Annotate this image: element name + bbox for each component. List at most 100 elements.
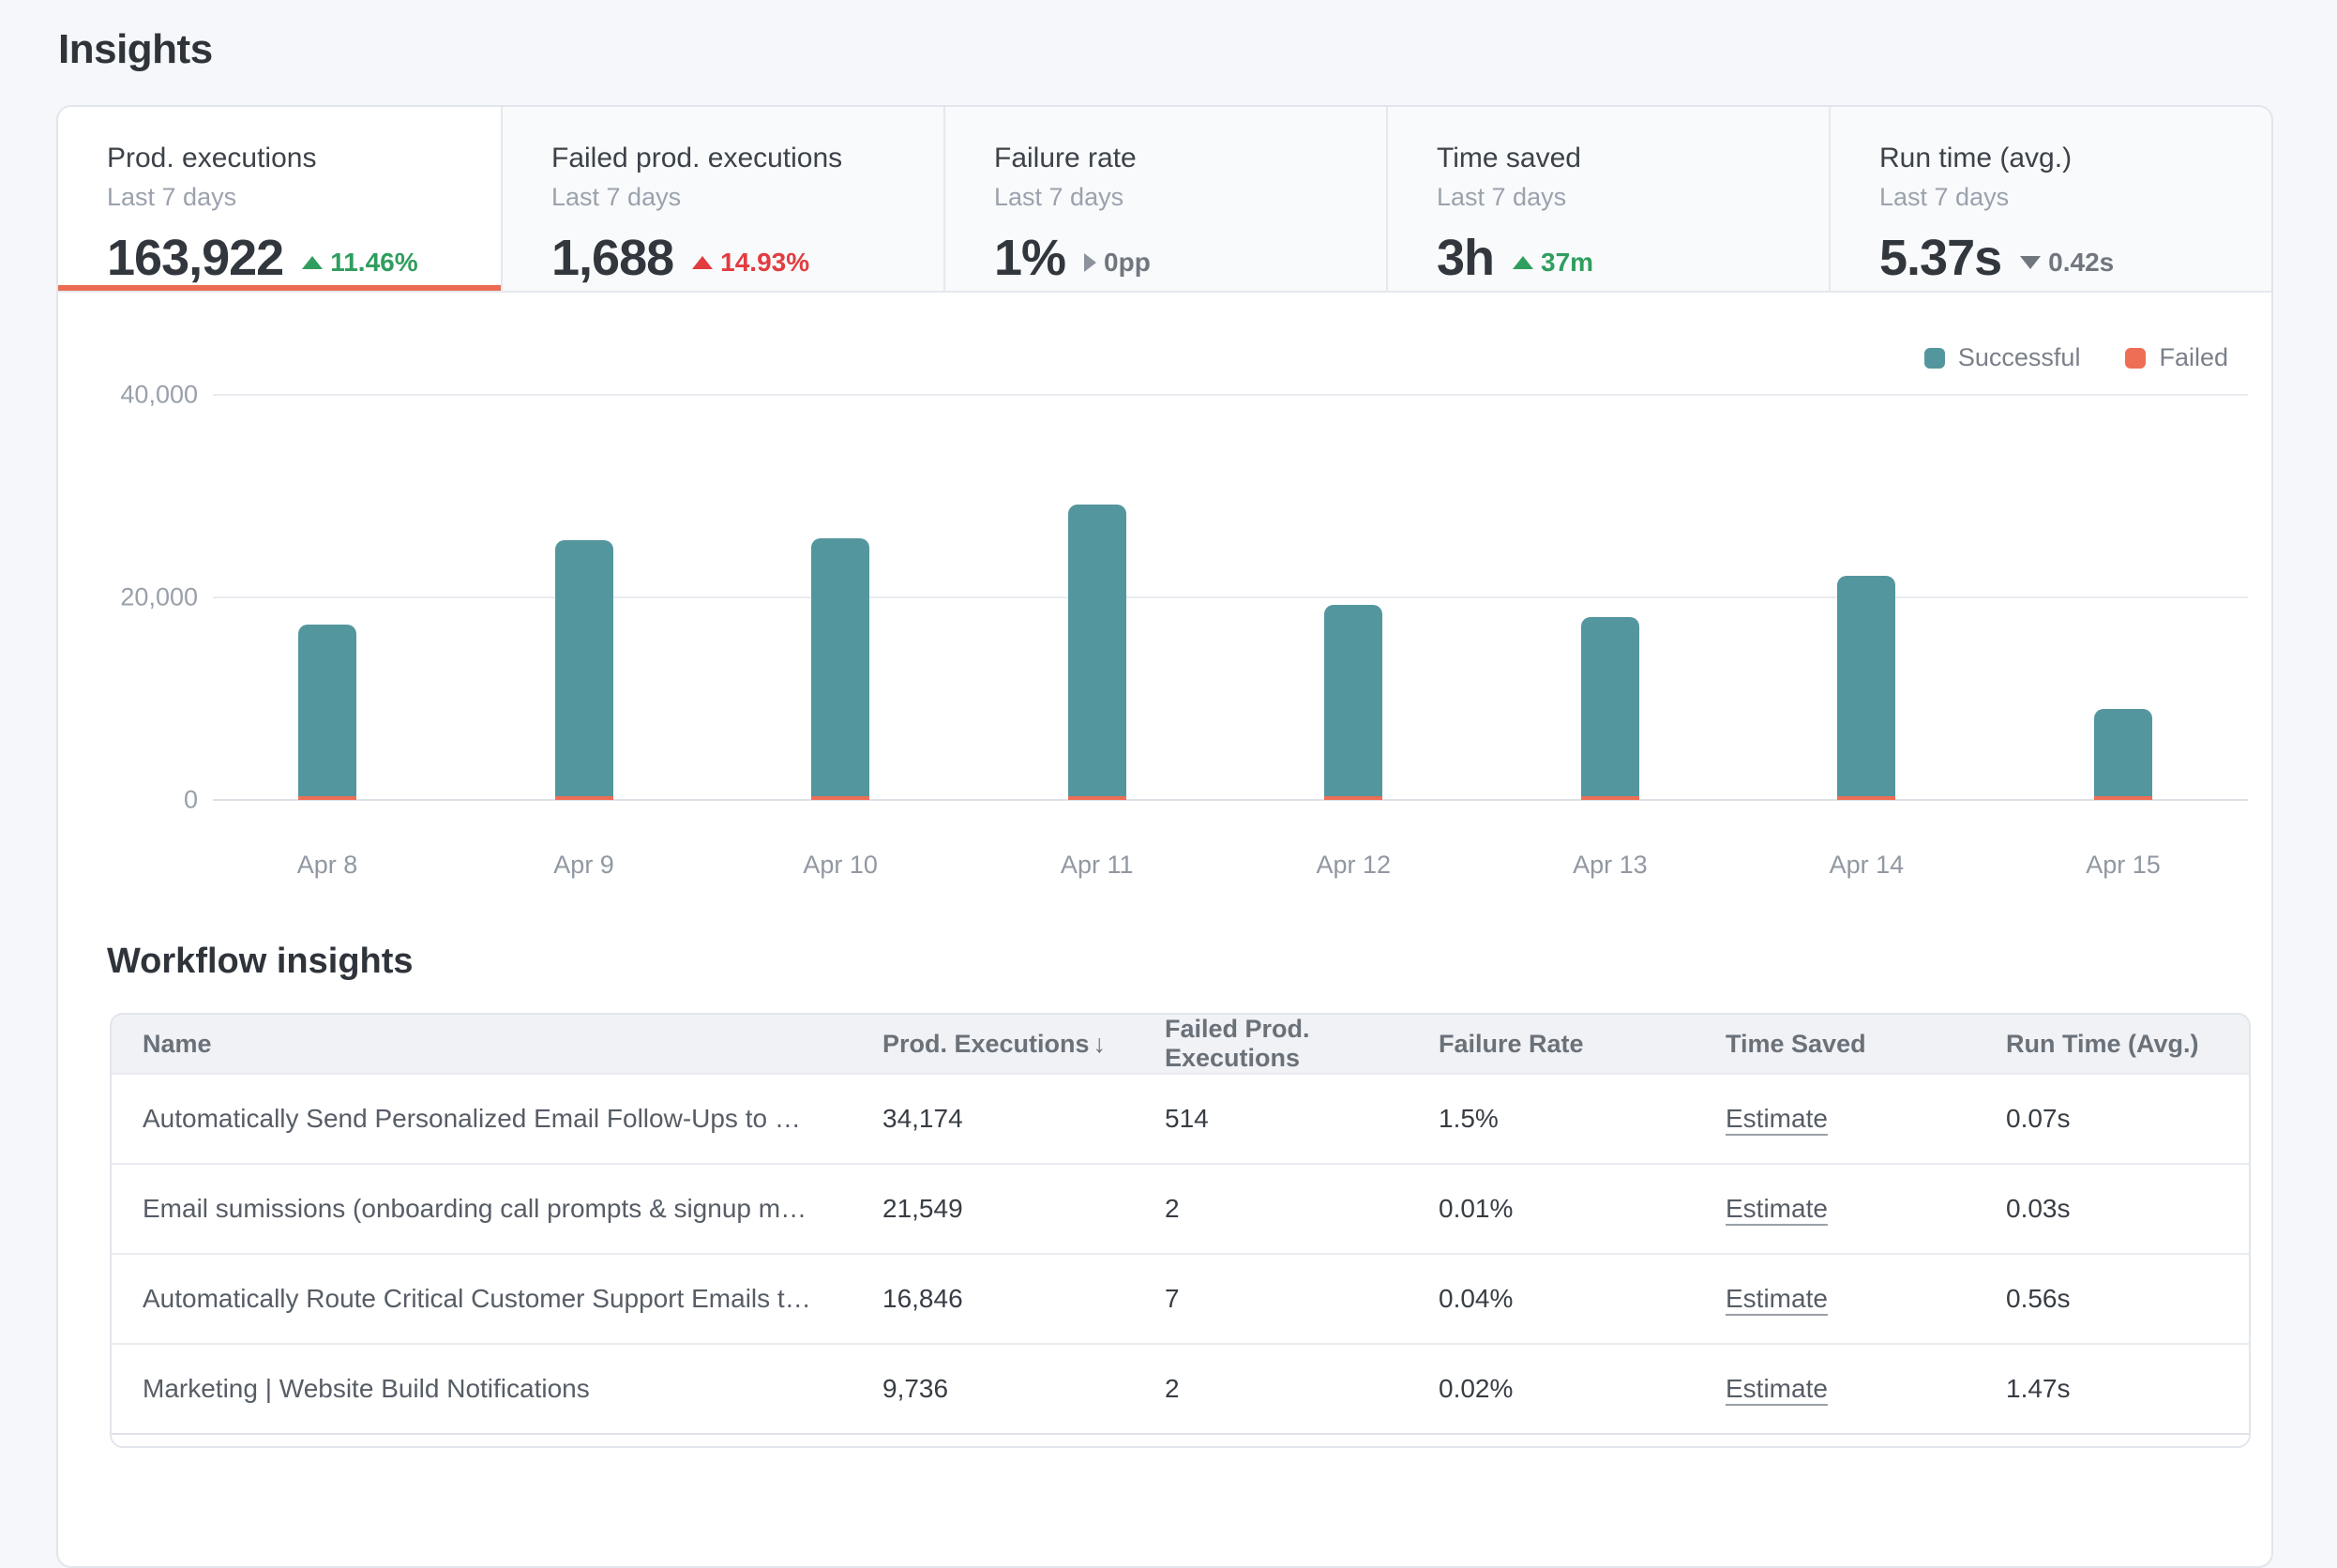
metric-delta-value: 0.42s — [2048, 248, 2114, 278]
metric-label: Time saved — [1437, 143, 1829, 174]
x-axis-tick-label: Apr 11 — [1061, 851, 1134, 880]
x-axis-tick-label: Apr 15 — [2086, 851, 2161, 880]
chart-bar[interactable] — [1581, 617, 1639, 800]
x-axis-tick-label: Apr 14 — [1830, 851, 1905, 880]
metric-tabs: Prod. executions Last 7 days 163,922 11.… — [58, 107, 2271, 293]
metric-tab-time-saved[interactable]: Time saved Last 7 days 3h 37m — [1386, 107, 1829, 291]
successful-bar-segment — [555, 540, 613, 796]
metric-value: 163,922 — [107, 229, 283, 287]
failed-bar-segment — [298, 796, 356, 800]
estimate-link[interactable]: Estimate — [1726, 1374, 1828, 1403]
chart-bar[interactable] — [1068, 505, 1126, 800]
prod-executions-cell: 9,736 — [852, 1374, 1134, 1404]
prod-executions-cell: 21,549 — [852, 1194, 1134, 1224]
estimate-link[interactable]: Estimate — [1726, 1194, 1828, 1223]
insights-panel: Prod. executions Last 7 days 163,922 11.… — [56, 105, 2273, 1568]
run-time-cell: 0.56s — [1975, 1284, 2249, 1314]
failure-rate-cell: 0.04% — [1408, 1284, 1695, 1314]
metric-period: Last 7 days — [1879, 183, 2271, 212]
metric-period: Last 7 days — [107, 183, 501, 212]
table-row: Marketing | Website Build Notifications … — [112, 1343, 2249, 1433]
failed-bar-segment — [1581, 796, 1639, 800]
trend-up-icon — [692, 256, 713, 269]
chart-gridline — [213, 394, 2248, 396]
chart-gridline — [213, 596, 2248, 598]
metric-delta: 11.46% — [302, 248, 417, 278]
metric-tab-failed-prod-executions[interactable]: Failed prod. executions Last 7 days 1,68… — [501, 107, 943, 291]
workflow-link[interactable]: Automatically Send Personalized Email Fo… — [143, 1104, 801, 1133]
legend-item-successful[interactable]: Successful — [1924, 343, 2081, 372]
x-axis-tick-label: Apr 13 — [1573, 851, 1648, 880]
chart-gridline — [213, 799, 2248, 801]
column-header-failure-rate[interactable]: Failure Rate — [1408, 1030, 1695, 1059]
chart-bar[interactable] — [555, 540, 613, 800]
trend-up-icon — [1513, 256, 1533, 269]
metric-tab-failure-rate[interactable]: Failure rate Last 7 days 1% 0pp — [943, 107, 1386, 291]
estimate-link[interactable]: Estimate — [1726, 1104, 1828, 1133]
workflow-link[interactable]: Email sumissions (onboarding call prompt… — [143, 1194, 807, 1223]
metric-delta-value: 37m — [1541, 248, 1593, 278]
workflow-link[interactable]: Automatically Route Critical Customer Su… — [143, 1284, 811, 1313]
metric-value: 1,688 — [551, 229, 673, 287]
trend-neutral-icon — [1084, 253, 1096, 272]
metric-label: Run time (avg.) — [1879, 143, 2271, 174]
x-axis-tick-label: Apr 12 — [1316, 851, 1391, 880]
table-row: Automatically Send Personalized Email Fo… — [112, 1073, 2249, 1163]
metric-period: Last 7 days — [1437, 183, 1829, 212]
workflow-insights-table: Name Prod. Executions↓ Failed Prod. Exec… — [110, 1013, 2251, 1448]
metric-delta-value: 0pp — [1104, 248, 1151, 278]
workflow-link[interactable]: Marketing | Website Build Notifications — [143, 1374, 590, 1403]
column-header-name[interactable]: Name — [112, 1030, 852, 1059]
successful-bar-segment — [1581, 617, 1639, 796]
metric-delta-value: 14.93% — [720, 248, 809, 278]
chart-bar[interactable] — [1837, 576, 1895, 800]
failure-rate-cell: 1.5% — [1408, 1104, 1695, 1134]
failed-bar-segment — [1324, 796, 1382, 800]
prod-executions-cell: 16,846 — [852, 1284, 1134, 1314]
successful-bar-segment — [1837, 576, 1895, 796]
failed-swatch-icon — [2125, 348, 2146, 369]
metric-value: 5.37s — [1879, 229, 2001, 287]
table-header-row: Name Prod. Executions↓ Failed Prod. Exec… — [112, 1015, 2249, 1073]
workflow-insights-heading: Workflow insights — [107, 942, 414, 982]
table-row-partial — [112, 1433, 2249, 1446]
chart-legend: Successful Failed — [1924, 343, 2228, 372]
chart-bar[interactable] — [2094, 709, 2152, 800]
successful-bar-segment — [1068, 505, 1126, 796]
metric-value: 3h — [1437, 229, 1494, 287]
metric-value: 1% — [994, 229, 1065, 287]
run-time-cell: 0.07s — [1975, 1104, 2249, 1134]
column-header-time-saved[interactable]: Time Saved — [1695, 1030, 1975, 1059]
metric-label: Failure rate — [994, 143, 1386, 174]
legend-label: Successful — [1958, 343, 2081, 372]
prod-executions-cell: 34,174 — [852, 1104, 1134, 1134]
y-axis-tick-label: 20,000 — [120, 583, 198, 612]
trend-up-icon — [302, 256, 323, 269]
legend-item-failed[interactable]: Failed — [2125, 343, 2228, 372]
chart-bar[interactable] — [811, 538, 869, 800]
y-axis-tick-label: 40,000 — [120, 381, 198, 410]
column-header-run-time[interactable]: Run Time (Avg.) — [1975, 1030, 2249, 1059]
successful-bar-segment — [2094, 709, 2152, 796]
column-header-failed-prod-executions[interactable]: Failed Prod. Executions — [1134, 1015, 1408, 1073]
metric-delta: 0pp — [1084, 248, 1151, 278]
successful-swatch-icon — [1924, 348, 1945, 369]
metric-label: Prod. executions — [107, 143, 501, 174]
metric-tab-run-time-avg[interactable]: Run time (avg.) Last 7 days 5.37s 0.42s — [1829, 107, 2271, 291]
metric-delta: 37m — [1513, 248, 1593, 278]
chart-bar[interactable] — [1324, 605, 1382, 800]
estimate-link[interactable]: Estimate — [1726, 1284, 1828, 1313]
metric-tab-prod-executions[interactable]: Prod. executions Last 7 days 163,922 11.… — [58, 107, 501, 291]
successful-bar-segment — [298, 625, 356, 796]
column-header-prod-executions[interactable]: Prod. Executions↓ — [852, 1030, 1134, 1059]
failed-bar-segment — [555, 796, 613, 800]
metric-delta: 0.42s — [2020, 248, 2114, 278]
failed-prod-executions-cell: 2 — [1134, 1194, 1408, 1224]
failed-bar-segment — [1068, 796, 1126, 800]
successful-bar-segment — [811, 538, 869, 796]
failed-prod-executions-cell: 2 — [1134, 1374, 1408, 1404]
page-title: Insights — [58, 26, 213, 73]
chart-bar[interactable] — [298, 625, 356, 800]
failed-bar-segment — [1837, 796, 1895, 800]
failure-rate-cell: 0.02% — [1408, 1374, 1695, 1404]
